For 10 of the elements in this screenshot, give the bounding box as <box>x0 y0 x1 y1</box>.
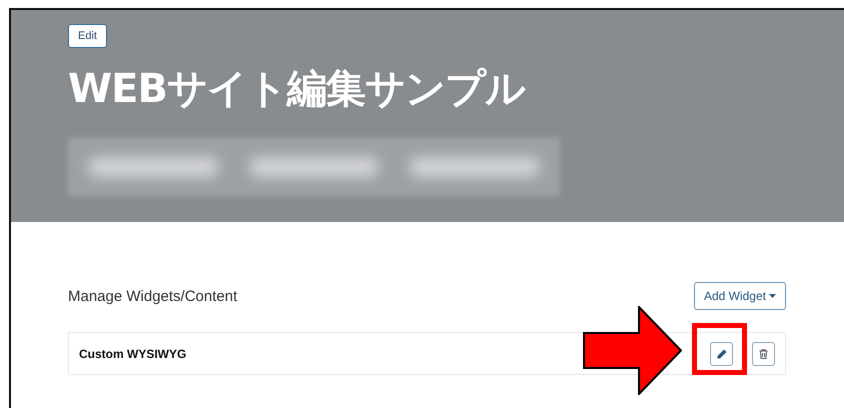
add-widget-button[interactable]: Add Widget <box>694 282 786 310</box>
page-title: WEBサイト編集サンプル <box>68 66 527 112</box>
edit-button[interactable]: Edit <box>68 24 107 48</box>
delete-widget-button[interactable] <box>752 342 775 366</box>
widget-name: Custom WYSIWYG <box>79 346 186 360</box>
edit-widget-button[interactable] <box>710 342 733 366</box>
trash-icon <box>759 348 768 358</box>
section-heading: Manage Widgets/Content <box>68 288 238 304</box>
caret-icon <box>769 294 776 298</box>
pencil-icon <box>716 348 726 358</box>
